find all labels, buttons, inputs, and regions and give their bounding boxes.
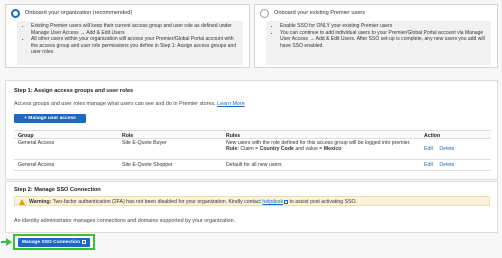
option-bullet: Enable SSO for ONLY your existing Premie… bbox=[280, 23, 488, 30]
rules-cell: New users with the role defined for this… bbox=[226, 140, 411, 153]
radio-unselected-icon[interactable] bbox=[260, 9, 269, 18]
helpdesk-link[interactable]: helpdesk bbox=[262, 199, 283, 205]
table-row: General Access Site E-Quote Shopper Defa… bbox=[14, 160, 491, 171]
role-cell: Site E-Quote Buyer bbox=[122, 140, 167, 146]
option-title: Onboard your organization (recommended) bbox=[25, 10, 133, 16]
edit-link[interactable]: Edit bbox=[424, 162, 433, 168]
option-title: Onboard your existing Premier users bbox=[274, 10, 366, 16]
delete-link[interactable]: Delete bbox=[439, 162, 454, 168]
option-bullet: Existing Premier users will keep their c… bbox=[31, 23, 240, 36]
column-header-rules: Rules bbox=[226, 132, 241, 139]
warning-banner: Warning: Two-factor authentication (2FA)… bbox=[14, 196, 490, 206]
action-cell: Edit Delete bbox=[424, 162, 459, 168]
rules-cell: Default for all new users bbox=[226, 162, 282, 168]
option-description: Enable SSO for ONLY your existing Premie… bbox=[266, 21, 491, 65]
step2-description: An identity administrator manages connec… bbox=[14, 218, 236, 224]
option-description: Existing Premier users will keep their c… bbox=[17, 21, 243, 65]
column-header-group: Group bbox=[18, 132, 34, 139]
edit-link[interactable]: Edit bbox=[424, 146, 433, 152]
radio-selected-icon[interactable] bbox=[11, 9, 20, 18]
column-header-action: Action bbox=[424, 132, 441, 139]
delete-link[interactable]: Delete bbox=[439, 146, 454, 152]
manage-user-access-button[interactable]: + Manage user access bbox=[14, 114, 86, 123]
external-link-icon bbox=[284, 199, 289, 204]
column-header-role: Role bbox=[122, 132, 134, 139]
warning-icon bbox=[19, 198, 25, 205]
learn-more-link[interactable]: Learn More bbox=[217, 101, 245, 107]
table-row: General Access Site E-Quote Buyer New us… bbox=[14, 139, 491, 160]
option-bullet: All other users within your organization… bbox=[31, 36, 240, 56]
option-onboard-organization[interactable]: Onboard your organization (recommended) … bbox=[5, 4, 250, 68]
manage-sso-connection-button[interactable]: Manage SSO Connection bbox=[18, 238, 90, 247]
sso-button-highlight: Manage SSO Connection bbox=[13, 234, 95, 250]
arrow-right-icon bbox=[1, 238, 12, 246]
table-header-row: Group Role Rules Action bbox=[14, 130, 491, 139]
step2-section: Step 2: Manage SSO Connection Warning: T… bbox=[5, 181, 498, 233]
warning-label: Warning: bbox=[29, 199, 52, 205]
step2-title: Step 2: Manage SSO Connection bbox=[14, 187, 101, 193]
action-cell: Edit Delete bbox=[424, 146, 459, 152]
option-bullet: You can continue to add individual users… bbox=[280, 30, 488, 50]
external-link-icon bbox=[82, 239, 87, 244]
step1-section: Step 1: Assign access groups and user ro… bbox=[5, 80, 498, 180]
step1-title: Step 1: Assign access groups and user ro… bbox=[14, 88, 134, 94]
group-cell: General Access bbox=[18, 140, 55, 146]
group-cell: General Access bbox=[18, 162, 55, 168]
role-cell: Site E-Quote Shopper bbox=[122, 162, 173, 168]
warning-text: Two-factor authentication (2FA) has not … bbox=[52, 199, 261, 205]
step1-description: Access groups and user roles manage what… bbox=[14, 101, 245, 107]
option-onboard-existing-users[interactable]: Onboard your existing Premier users Enab… bbox=[254, 4, 498, 68]
warning-tail: to assist post activating SSO. bbox=[289, 199, 357, 205]
